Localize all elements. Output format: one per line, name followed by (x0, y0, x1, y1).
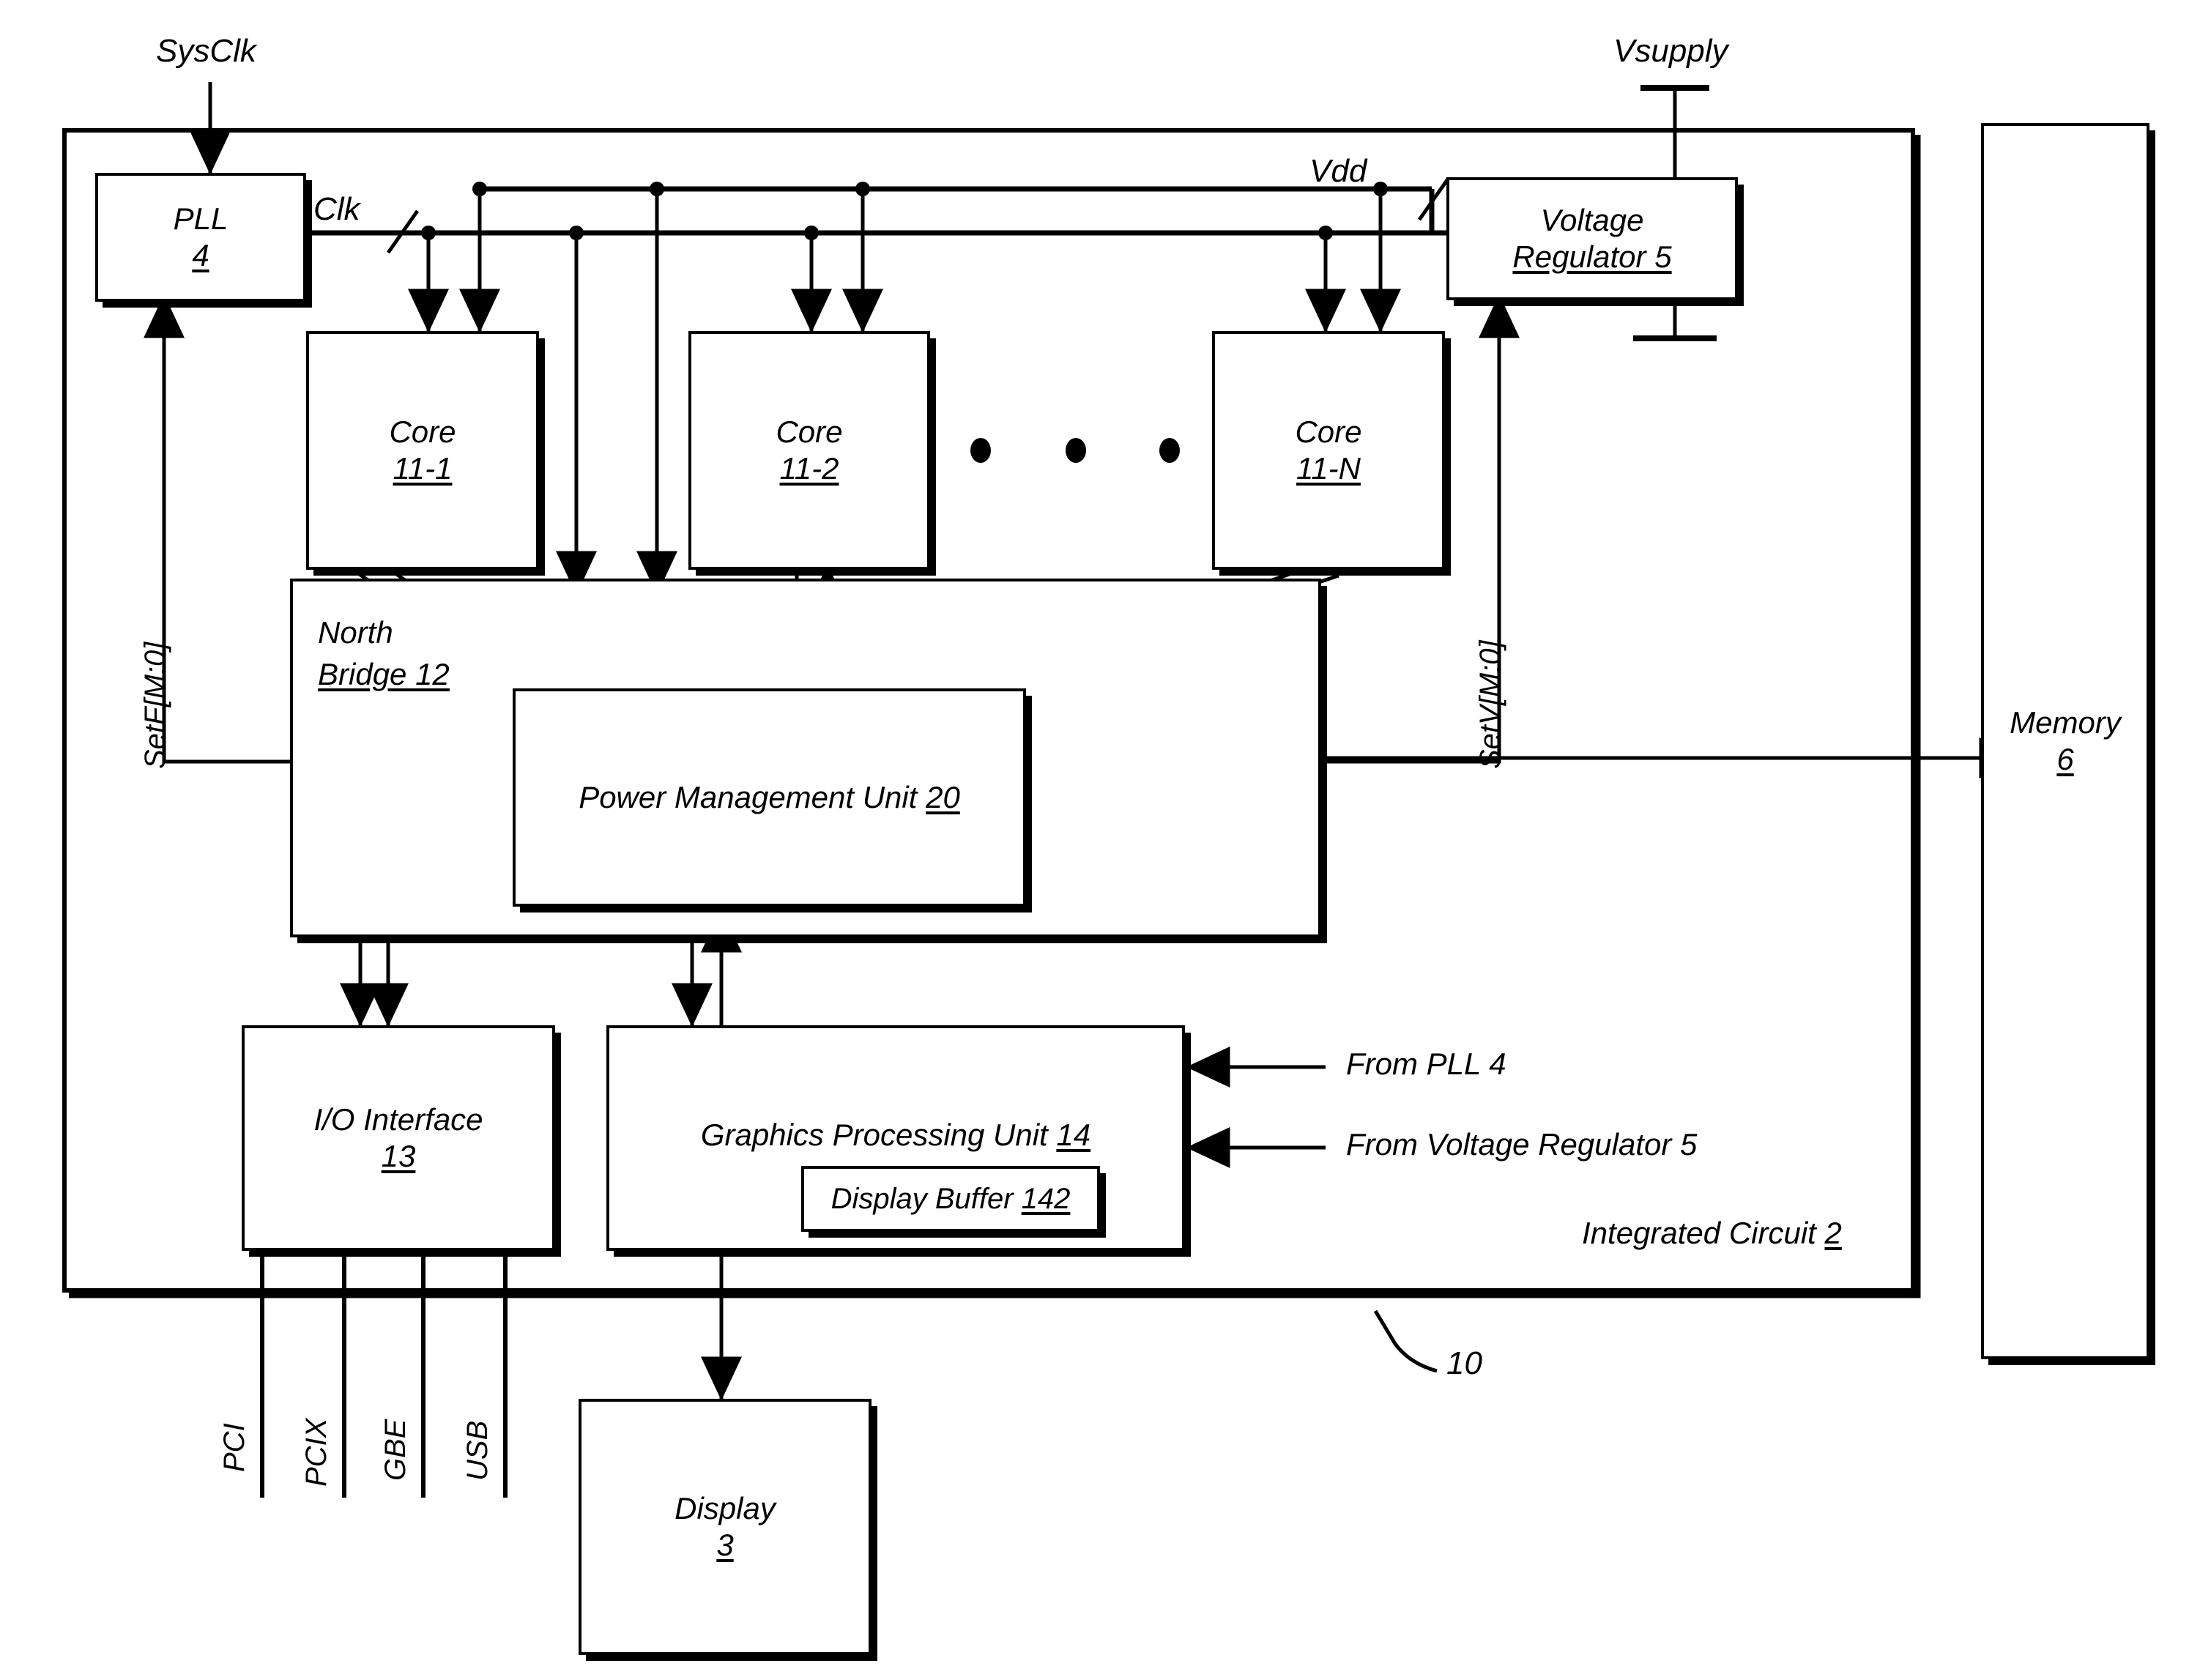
label-from-pll: From PLL 4 (1346, 1047, 1506, 1081)
io-interface-label-line2: 13 (381, 1139, 416, 1173)
label-integrated-circuit: Integrated Circuit 2 (1582, 1216, 1842, 1251)
block-io-interface[interactable]: I/O Interface 13 (242, 1025, 555, 1251)
block-display[interactable]: Display 3 (579, 1399, 872, 1655)
voltage-regulator-label-line1: Voltage (1540, 203, 1644, 238)
core-n-label-line2: 11-N (1296, 451, 1361, 486)
core-1-label-line2: 11-1 (393, 451, 453, 486)
label-bus-pci: PCI (218, 1423, 250, 1472)
label-bus-pcix: PCIX (300, 1418, 332, 1487)
junction-dot (1318, 226, 1333, 240)
block-power-management-unit[interactable]: Power Management Unit 20 (513, 688, 1026, 907)
memory-label-line1: Memory (2010, 705, 2121, 740)
junction-dot (569, 226, 584, 240)
label-vsupply: Vsupply (1613, 33, 1728, 69)
label-setf: SetF[M:0] (139, 642, 171, 769)
core-n-label-line1: Core (1295, 415, 1362, 450)
label-from-voltage-regulator: From Voltage Regulator 5 (1346, 1127, 1698, 1161)
memory-label-line2: 6 (2056, 742, 2074, 776)
junction-dot (650, 182, 664, 196)
core-2-label-line2: 11-2 (779, 451, 839, 486)
block-core-1[interactable]: Core 11-1 (306, 331, 539, 570)
block-pll[interactable]: PLL 4 (95, 173, 306, 302)
north-bridge-label-line1: North (318, 615, 393, 650)
display-label-line2: 3 (716, 1528, 734, 1562)
junction-dot (1373, 182, 1388, 196)
block-core-n[interactable]: Core 11-N (1212, 331, 1445, 570)
pll-label-line2: 4 (192, 238, 209, 272)
figure-canvas: PLL 4 Voltage Regulator 5 Core 11-1 Core… (0, 0, 2200, 1680)
block-display-buffer[interactable]: Display Buffer 142 (801, 1166, 1100, 1232)
label-sysclk: SysClk (156, 33, 256, 69)
pmu-label: Power Management Unit 20 (579, 780, 960, 815)
label-clk: Clk (313, 191, 360, 227)
block-core-2[interactable]: Core 11-2 (688, 331, 930, 570)
display-buffer-label: Display Buffer 142 (830, 1182, 1071, 1215)
junction-dot (804, 226, 819, 240)
label-setv: SetV[M:0] (1474, 640, 1506, 769)
junction-dot (855, 182, 870, 196)
ellipsis-dot (1066, 438, 1086, 463)
junction-dot (421, 226, 436, 240)
block-memory[interactable]: Memory 6 (1981, 123, 2149, 1359)
north-bridge-label-line2: Bridge 12 (318, 656, 450, 691)
core-2-label-line1: Core (776, 415, 843, 450)
display-label-line1: Display (675, 1491, 776, 1526)
core-1-label-line1: Core (389, 415, 456, 450)
label-bus-usb: USB (461, 1420, 494, 1481)
io-interface-label-line1: I/O Interface (313, 1102, 483, 1137)
ellipsis-dot (1159, 438, 1180, 463)
gpu-label: Graphics Processing Unit 14 (700, 1118, 1091, 1152)
pll-label-line1: PLL (173, 201, 228, 237)
voltage-regulator-label-line2: Regulator 5 (1512, 239, 1672, 274)
block-voltage-regulator[interactable]: Voltage Regulator 5 (1446, 177, 1738, 300)
label-vdd: Vdd (1309, 153, 1367, 189)
north-bridge-label: North Bridge 12 (318, 612, 450, 695)
junction-dot (472, 182, 487, 196)
ellipsis-dot (970, 438, 991, 463)
label-bus-gbe: GBE (379, 1419, 412, 1481)
label-reference-numeral: 10 (1446, 1345, 1482, 1381)
block-gpu[interactable]: Graphics Processing Unit 14 Display Buff… (606, 1025, 1185, 1251)
integrated-circuit-text: Integrated Circuit 2 (1582, 1216, 1842, 1250)
